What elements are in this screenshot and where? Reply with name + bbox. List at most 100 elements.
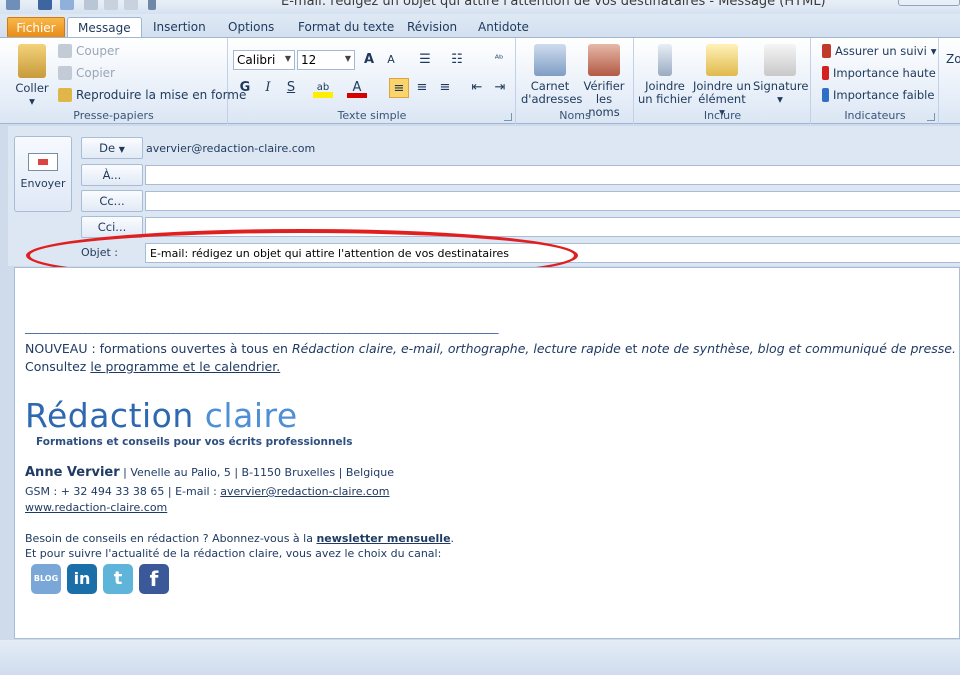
address-book-label: Carnet d'adresses (521, 79, 583, 106)
exclamation-icon (822, 66, 829, 80)
signature-contact-line: GSM : + 32 494 33 38 65 | E-mail : averv… (25, 485, 389, 498)
message-body[interactable]: ________________________________________… (14, 267, 960, 639)
signature-gsm: GSM : + 32 494 33 38 65 | E-mail : (25, 485, 221, 498)
copy-label: Copier (76, 66, 115, 80)
ribbon-tabs: Fichier Message Insertion Options Format… (0, 14, 960, 38)
window-controls[interactable] (898, 0, 960, 6)
increase-indent-icon[interactable]: ⇥ (490, 78, 510, 98)
chevron-down-icon: ▼ (118, 145, 125, 154)
cc-field[interactable] (145, 191, 960, 211)
copy-button[interactable]: Copier (58, 66, 115, 80)
tab-file[interactable]: Fichier (7, 17, 65, 38)
blog-icon[interactable]: BLOG (31, 564, 61, 594)
from-label: De (99, 141, 116, 155)
format-painter-button[interactable]: Reproduire la mise en forme (58, 88, 246, 102)
dialog-launcher-icon[interactable] (504, 113, 512, 121)
cc-button[interactable]: Cc... (81, 190, 143, 212)
tab-format-text[interactable]: Format du texte (288, 17, 404, 38)
zoom-group-partial[interactable]: Zo (946, 52, 960, 66)
flag-icon (822, 44, 831, 58)
signature-name: Anne Vervier (25, 465, 120, 480)
send-button[interactable]: Envoyer (14, 136, 72, 212)
from-button[interactable]: De ▼ (81, 137, 143, 159)
logo-main: Rédaction (25, 396, 194, 435)
attach-file-button[interactable]: Joindre un fichier (637, 44, 693, 106)
address-book-button[interactable]: Carnet d'adresses (521, 44, 583, 106)
arrow-up-icon[interactable] (104, 0, 118, 10)
font-size-select[interactable]: 12 ▼ (297, 50, 355, 70)
customize-qat-icon[interactable] (148, 0, 156, 10)
dialog-launcher-icon[interactable] (927, 113, 935, 121)
to-field[interactable] (145, 165, 960, 185)
website-line: www.redaction-claire.com (25, 501, 167, 514)
high-importance-button[interactable]: Importance haute (822, 66, 936, 80)
newsletter-line: Besoin de conseils en rédaction ? Abonne… (25, 532, 454, 545)
linkedin-icon[interactable]: in (67, 564, 97, 594)
news-line: NOUVEAU : formations ouvertes à tous en … (25, 341, 956, 356)
address-book-icon (534, 44, 566, 76)
newsletter-link[interactable]: newsletter mensuelle (316, 532, 450, 545)
send-label: Envoyer (20, 177, 66, 190)
arrow-down-icon (822, 88, 829, 102)
underline-button[interactable]: S (281, 78, 301, 98)
align-right-icon[interactable]: ≡ (435, 78, 455, 98)
twitter-icon[interactable]: t (103, 564, 133, 594)
cut-button[interactable]: Couper (58, 44, 119, 58)
paperclip-icon (658, 44, 672, 76)
clipboard-icon (18, 44, 46, 78)
window-title: E-mail: rédigez un objet qui attire l'at… (281, 0, 826, 9)
consult-prefix: Consultez (25, 359, 91, 374)
copy-icon (58, 66, 72, 80)
font-color-icon[interactable]: A (347, 78, 367, 98)
tab-message[interactable]: Message (67, 17, 142, 38)
facebook-icon[interactable]: f (139, 564, 169, 594)
undo-icon[interactable] (60, 0, 74, 10)
from-address: avervier@redaction-claire.com (146, 142, 316, 155)
highlight-icon[interactable]: ab (313, 78, 333, 98)
follow-up-button[interactable]: Assurer un suivi ▾ (822, 44, 937, 58)
chevron-down-icon: ▼ (284, 54, 291, 63)
program-link[interactable]: le programme et le calendrier. (90, 359, 280, 374)
envelope-icon (706, 44, 738, 76)
group-basic-text: Calibri ▼ 12 ▼ A A ☰ ☷ ᴬᵇ G I S ab A ≡ ≡ ≡… (229, 38, 516, 124)
group-clipboard: Coller ▾ Couper Copier Reproduire la mise… (0, 38, 246, 124)
paste-button[interactable]: Coller ▾ (10, 44, 54, 108)
align-left-icon[interactable]: ≡ (389, 78, 409, 98)
low-importance-button[interactable]: Importance faible (822, 88, 934, 102)
tab-options[interactable]: Options (218, 17, 284, 38)
attach-file-label: Joindre un fichier (637, 79, 693, 106)
redo-icon[interactable] (84, 0, 98, 10)
save-icon[interactable] (38, 0, 52, 10)
bold-button[interactable]: G (235, 78, 255, 98)
decrease-indent-icon[interactable]: ⇤ (467, 78, 487, 98)
arrow-down-icon[interactable] (124, 0, 138, 10)
website-link[interactable]: www.redaction-claire.com (25, 501, 167, 514)
signature-button[interactable]: Signature ▾ (753, 44, 808, 106)
attach-item-button[interactable]: Joindre un élément ▾ (693, 44, 751, 119)
news-prefix: NOUVEAU : formations ouvertes à tous en (25, 341, 292, 356)
cut-label: Couper (76, 44, 120, 58)
tab-review[interactable]: Révision (397, 17, 467, 38)
numbering-icon[interactable]: ☷ (447, 50, 467, 70)
tab-antidote[interactable]: Antidote (468, 17, 539, 38)
consult-line: Consultez le programme et le calendrier. (25, 359, 280, 374)
grow-font-icon[interactable]: A (359, 50, 379, 70)
font-select[interactable]: Calibri ▼ (233, 50, 295, 70)
font-value: Calibri (237, 53, 276, 67)
company-logo: Rédaction claire (25, 396, 298, 435)
newsletter-prefix: Besoin de conseils en rédaction ? Abonne… (25, 532, 317, 545)
shrink-font-icon[interactable]: A (381, 50, 401, 70)
check-names-button[interactable]: Vérifier les noms (579, 44, 629, 119)
group-label: Noms (559, 109, 591, 122)
group-include: Joindre un fichier Joindre un élément ▾ … (635, 38, 811, 124)
to-button[interactable]: À... (81, 164, 143, 186)
italic-button[interactable]: I (258, 78, 278, 98)
channels-line: Et pour suivre l'actualité de la rédacti… (25, 547, 442, 560)
bullets-icon[interactable]: ☰ (415, 50, 435, 70)
align-center-icon[interactable]: ≡ (412, 78, 432, 98)
email-link[interactable]: avervier@redaction-claire.com (220, 485, 389, 498)
clear-format-icon[interactable]: ᴬᵇ (489, 50, 509, 70)
outlook-icon[interactable] (6, 0, 20, 10)
tab-insert[interactable]: Insertion (143, 17, 216, 38)
newsletter-suffix: . (450, 532, 455, 545)
